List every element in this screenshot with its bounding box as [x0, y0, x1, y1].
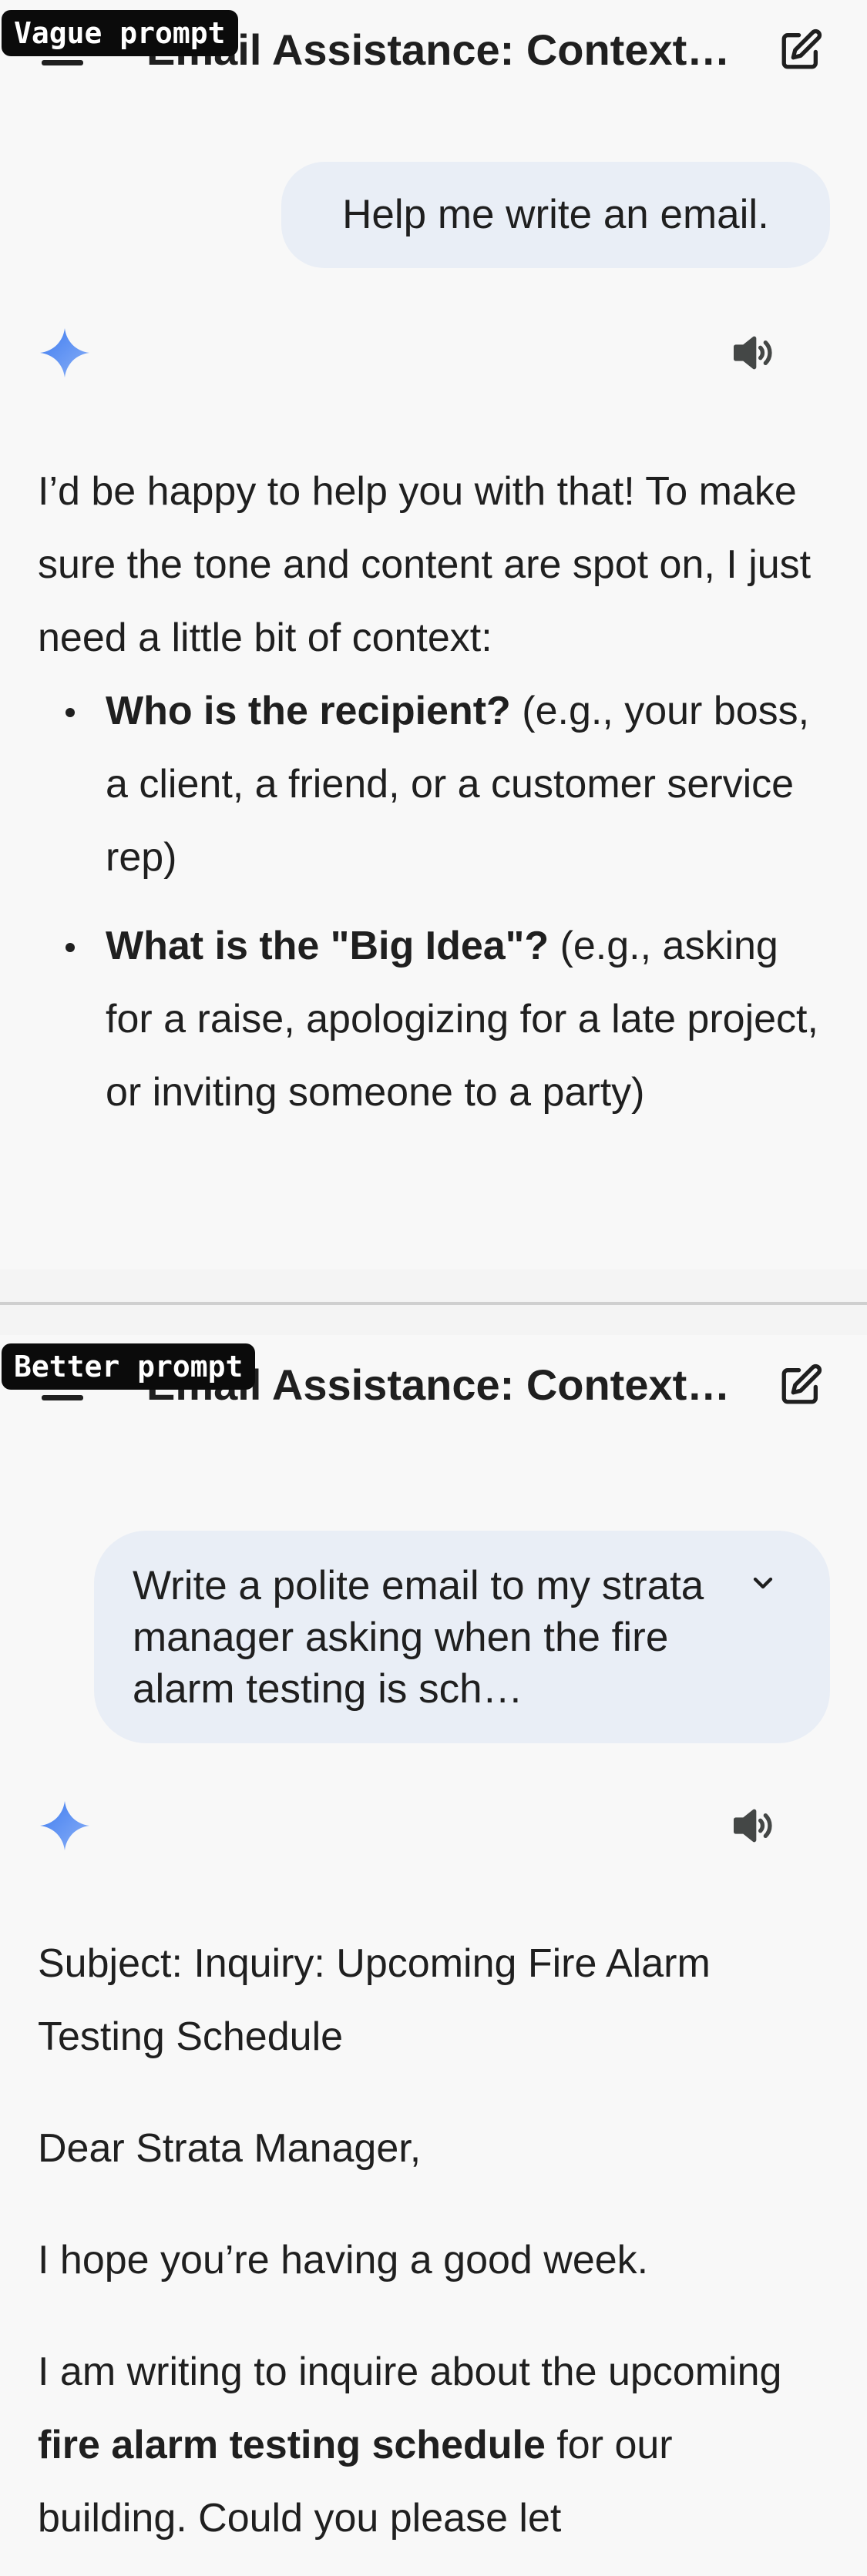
list-item: Who is the recipient? (e.g., your boss, …: [38, 675, 832, 894]
new-chat-icon[interactable]: [778, 28, 823, 72]
email-paragraph-text: I am writing to inquire about the upcomi…: [38, 2350, 782, 2394]
email-paragraph: I am writing to inquire about the upcomi…: [38, 2336, 832, 2555]
user-message-text: Help me write an email.: [342, 192, 769, 237]
email-line: I hope you’re having a good week.: [38, 2238, 649, 2283]
vague-prompt-label: Vague prompt: [2, 10, 238, 56]
chevron-down-icon[interactable]: [748, 1568, 778, 1598]
better-prompt-panel: Email Assistance: Context… Write a polit…: [0, 1335, 867, 2576]
email-paragraph-bold: fire alarm testing schedule: [38, 2423, 546, 2467]
assistant-response: Subject: Inquiry: Upcoming Fire Alarm Te…: [38, 1927, 832, 2555]
list-item: What is the "Big Idea"? (e.g., asking fo…: [38, 910, 832, 1129]
gemini-sparkle-icon: [40, 1801, 89, 1850]
user-message-bubble[interactable]: Write a polite email to my strata manage…: [94, 1531, 830, 1743]
response-bullet-list: Who is the recipient? (e.g., your boss, …: [38, 675, 832, 1129]
speaker-icon[interactable]: [728, 328, 777, 377]
panel-divider: [0, 1302, 867, 1305]
email-greeting: Dear Strata Manager,: [38, 2126, 422, 2171]
gemini-sparkle-icon: [40, 328, 89, 377]
bullet-heading: What is the "Big Idea"?: [106, 924, 549, 968]
email-subject: Subject: Inquiry: Upcoming Fire Alarm Te…: [38, 1941, 711, 2059]
user-message-text: Write a polite email to my strata manage…: [133, 1563, 704, 1712]
speaker-icon[interactable]: [728, 1801, 777, 1850]
bullet-heading: Who is the recipient?: [106, 689, 511, 733]
user-message-bubble[interactable]: Help me write an email.: [281, 162, 830, 268]
vague-prompt-panel: Email Assistance: Context… Help me write…: [0, 0, 867, 1270]
better-prompt-label: Better prompt: [2, 1343, 256, 1390]
new-chat-icon[interactable]: [778, 1363, 823, 1407]
assistant-response: I’d be happy to help you with that! To m…: [38, 455, 832, 1145]
response-intro: I’d be happy to help you with that! To m…: [38, 469, 812, 660]
